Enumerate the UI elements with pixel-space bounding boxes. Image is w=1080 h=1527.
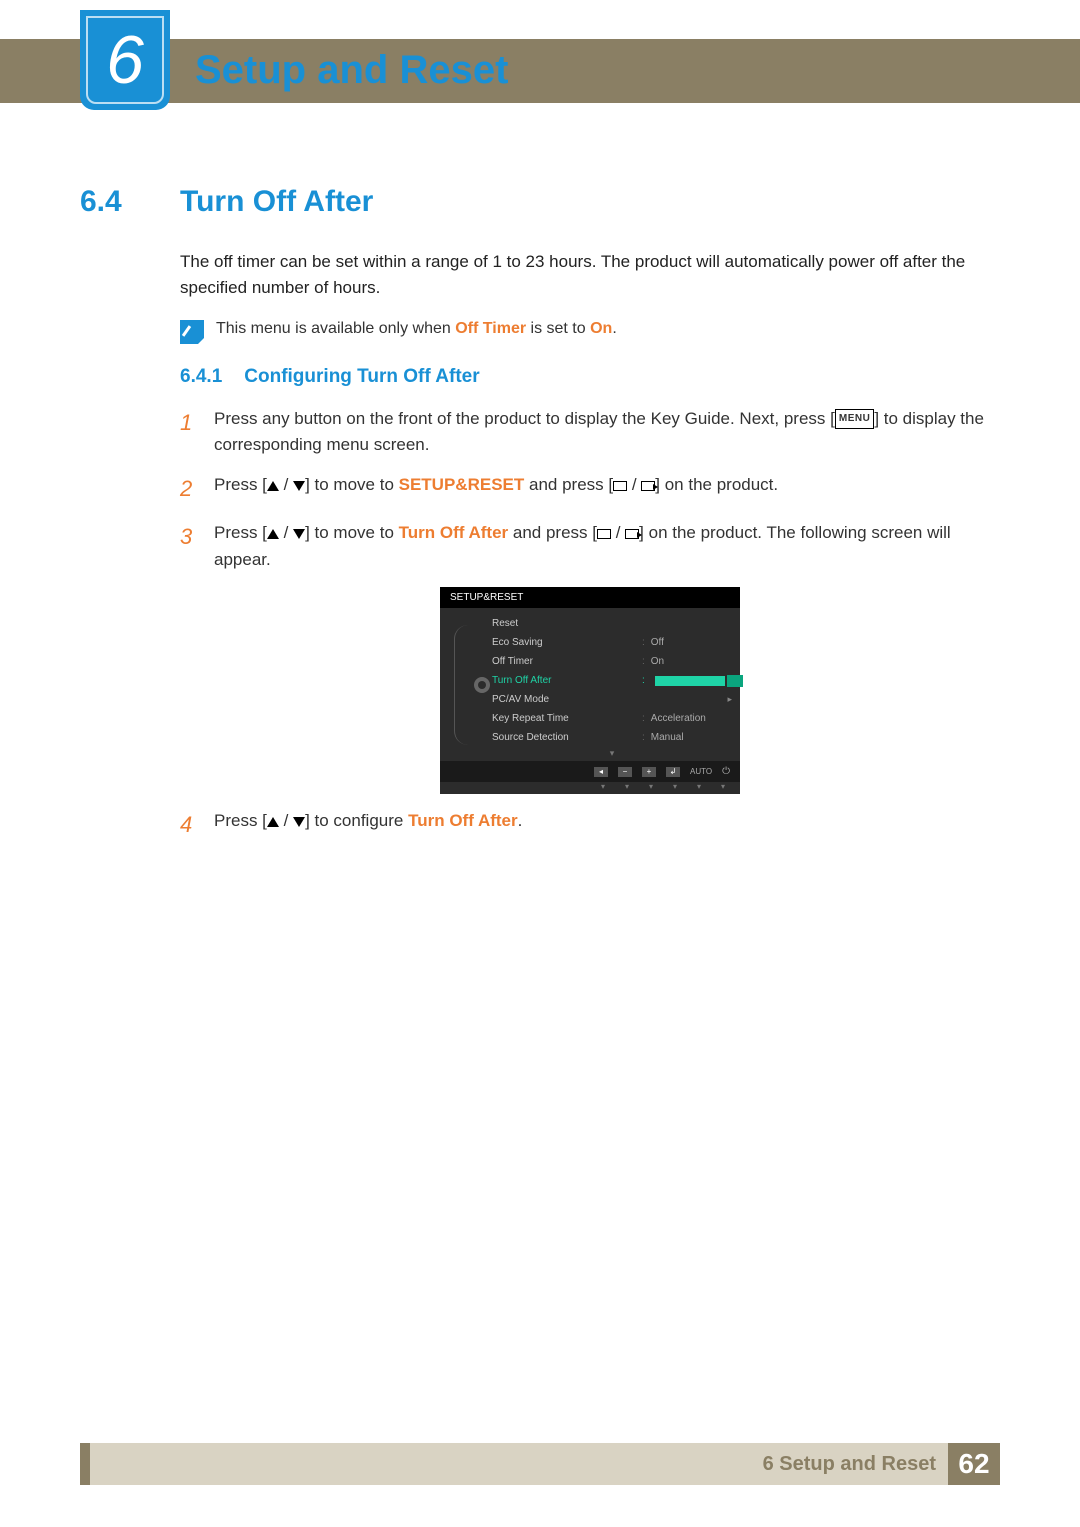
- gear-icon: [474, 677, 490, 693]
- section-number: 6.4: [80, 185, 140, 219]
- chapter-number: 6: [106, 26, 144, 94]
- section-title: Turn Off After: [180, 185, 373, 219]
- enter-icon: [641, 481, 655, 491]
- chapter-title: Setup and Reset: [195, 48, 508, 93]
- footer-page-number: 62: [948, 1443, 1000, 1485]
- step-2: 2 Press [ / ] to move to SETUP&RESET and…: [180, 472, 1000, 506]
- chapter-tab: 6: [80, 10, 170, 110]
- up-arrow-icon: [267, 529, 279, 539]
- subsection-number: 6.4.1: [180, 366, 222, 388]
- menu-button-icon: MENU: [835, 409, 874, 429]
- note-text: This menu is available only when Off Tim…: [216, 320, 617, 338]
- step-list: 1 Press any button on the front of the p…: [180, 406, 1000, 843]
- osd-screenshot: SETUP&RESET Reset Eco Saving:Off Off Tim…: [440, 587, 740, 794]
- source-icon: [613, 481, 627, 491]
- subsection-title: Configuring Turn Off After: [244, 366, 479, 388]
- source-icon: [597, 529, 611, 539]
- footer-chapter: 6 Setup and Reset: [763, 1453, 936, 1476]
- step-1: 1 Press any button on the front of the p…: [180, 406, 1000, 459]
- osd-title: SETUP&RESET: [440, 587, 740, 608]
- section-intro: The off timer can be set within a range …: [180, 249, 1000, 302]
- osd-minus-icon: −: [618, 767, 632, 777]
- note: This menu is available only when Off Tim…: [180, 320, 1000, 344]
- footer-bar: 6 Setup and Reset 62: [80, 1443, 1000, 1485]
- enter-icon: [625, 529, 639, 539]
- down-arrow-icon: [293, 481, 305, 491]
- up-arrow-icon: [267, 817, 279, 827]
- down-arrow-icon: [293, 529, 305, 539]
- note-icon: [180, 320, 204, 344]
- step-3: 3 Press [ / ] to move to Turn Off After …: [180, 520, 1000, 573]
- step-4: 4 Press [ / ] to configure Turn Off Afte…: [180, 808, 1000, 842]
- up-arrow-icon: [267, 481, 279, 491]
- osd-plus-icon: +: [642, 767, 656, 777]
- osd-auto-label: AUTO: [690, 767, 712, 776]
- osd-power-icon: ⏻: [722, 766, 730, 777]
- osd-back-icon: ◂: [594, 767, 608, 777]
- osd-enter-icon: ↲: [666, 767, 680, 777]
- down-arrow-icon: [293, 817, 305, 827]
